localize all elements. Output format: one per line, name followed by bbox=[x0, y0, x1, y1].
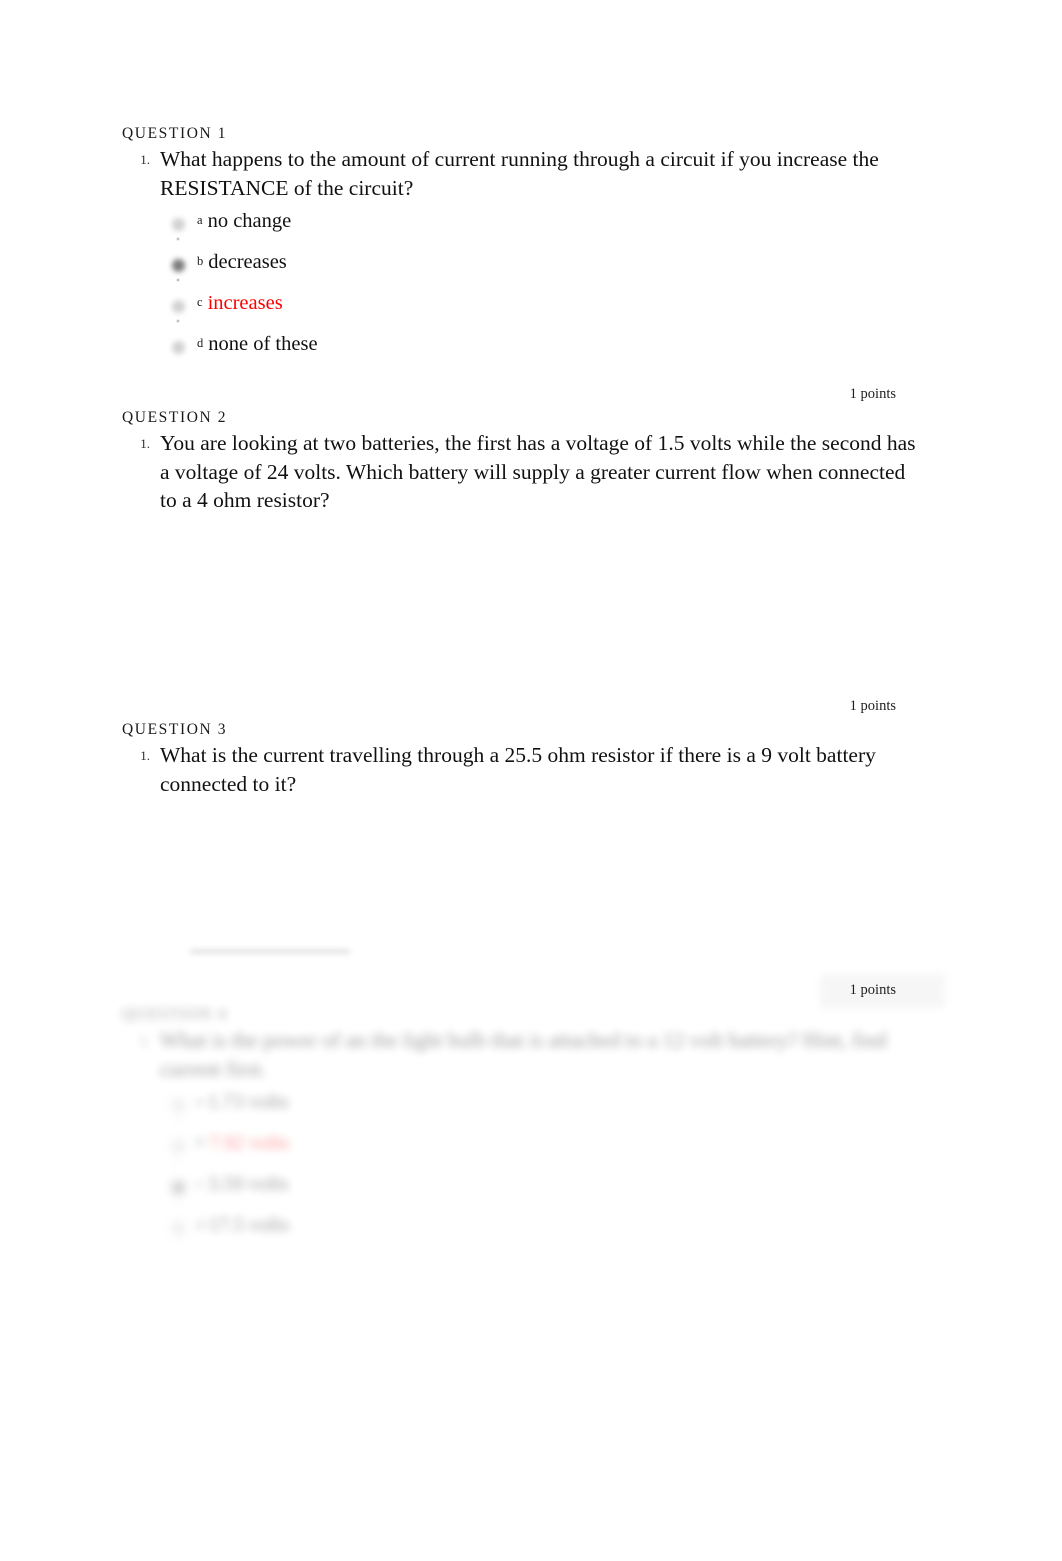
points-label-2: 1 points bbox=[849, 698, 896, 714]
answer-letter: c bbox=[197, 1176, 203, 1190]
answer-letter: b bbox=[197, 1135, 204, 1149]
answer-list-1: a no change b decreases c increases d no… bbox=[170, 208, 922, 372]
question-number-3: 1. bbox=[140, 748, 150, 763]
answer-list-4: a 1.73 volts b 7.92 volts c 3.59 volts d… bbox=[170, 1089, 922, 1253]
question-body-4: 1. What is the power of an the light bul… bbox=[122, 1026, 922, 1083]
question-body-1: 1. What happens to the amount of current… bbox=[122, 145, 922, 202]
points-label-3: 1 points bbox=[849, 982, 896, 998]
answer-option-1a[interactable]: a no change bbox=[170, 208, 922, 249]
radio-button-icon[interactable] bbox=[170, 340, 189, 355]
question-header-2: QUESTION 2 bbox=[122, 409, 228, 426]
question-header-3: QUESTION 3 bbox=[122, 721, 228, 738]
question-number-1: 1. bbox=[140, 152, 150, 167]
question-text-1: What happens to the amount of current ru… bbox=[160, 147, 879, 200]
answer-option-4a[interactable]: a 1.73 volts bbox=[170, 1089, 922, 1130]
answer-text-correct: increases bbox=[207, 292, 283, 314]
radio-button-icon[interactable] bbox=[170, 1139, 189, 1154]
answer-letter: c bbox=[197, 295, 203, 309]
answer-option-1b[interactable]: b decreases bbox=[170, 249, 922, 290]
answer-option-4c[interactable]: c 3.59 volts bbox=[170, 1171, 922, 1212]
answer-option-1c[interactable]: c increases bbox=[170, 290, 922, 331]
radio-button-icon[interactable] bbox=[170, 258, 189, 273]
answer-letter: d bbox=[197, 336, 204, 350]
answer-text: 3.59 volts bbox=[207, 1173, 289, 1195]
answer-text: 17.5 volts bbox=[208, 1214, 290, 1236]
answer-letter: d bbox=[197, 1217, 204, 1231]
question-text-4: What is the power of an the light bulb t… bbox=[160, 1028, 887, 1081]
answer-option-1d[interactable]: d none of these bbox=[170, 331, 922, 372]
answer-letter: a bbox=[197, 213, 203, 227]
points-label-1: 1 points bbox=[849, 386, 896, 402]
question-block-3: QUESTION 3 1. What is the current travel… bbox=[122, 721, 922, 798]
radio-button-icon[interactable] bbox=[170, 217, 189, 232]
answer-text-correct: 7.92 volts bbox=[208, 1132, 290, 1154]
answer-letter: b bbox=[197, 254, 204, 268]
answer-option-4d[interactable]: d 17.5 volts bbox=[170, 1212, 922, 1253]
answer-text: no change bbox=[207, 210, 292, 232]
radio-button-icon[interactable] bbox=[170, 1098, 189, 1113]
radio-button-icon[interactable] bbox=[170, 1221, 189, 1236]
answer-text: none of these bbox=[208, 333, 318, 355]
question-number-4: 1. bbox=[140, 1033, 150, 1048]
answer-option-4b[interactable]: b 7.92 volts bbox=[170, 1130, 922, 1171]
answer-letter: a bbox=[197, 1094, 203, 1108]
radio-button-icon[interactable] bbox=[170, 299, 189, 314]
question-body-2: 1. You are looking at two batteries, the… bbox=[122, 429, 922, 515]
page-fold-artifact bbox=[190, 950, 350, 953]
question-body-3: 1. What is the current travelling throug… bbox=[122, 741, 922, 798]
question-number-2: 1. bbox=[140, 436, 150, 451]
question-text-3: What is the current travelling through a… bbox=[160, 743, 876, 796]
question-block-1: QUESTION 1 1. What happens to the amount… bbox=[122, 125, 922, 372]
question-header-4: QUESTION 4 bbox=[122, 1006, 228, 1023]
question-text-2: You are looking at two batteries, the fi… bbox=[160, 431, 916, 512]
radio-button-icon[interactable] bbox=[170, 1180, 189, 1195]
question-header-1: QUESTION 1 bbox=[122, 125, 228, 142]
question-block-4: QUESTION 4 1. What is the power of an th… bbox=[122, 1006, 922, 1253]
answer-text: decreases bbox=[208, 251, 287, 273]
answer-text: 1.73 volts bbox=[207, 1091, 289, 1113]
question-block-2: QUESTION 2 1. You are looking at two bat… bbox=[122, 409, 922, 515]
quiz-review-page: QUESTION 1 1. What happens to the amount… bbox=[0, 0, 1062, 1561]
